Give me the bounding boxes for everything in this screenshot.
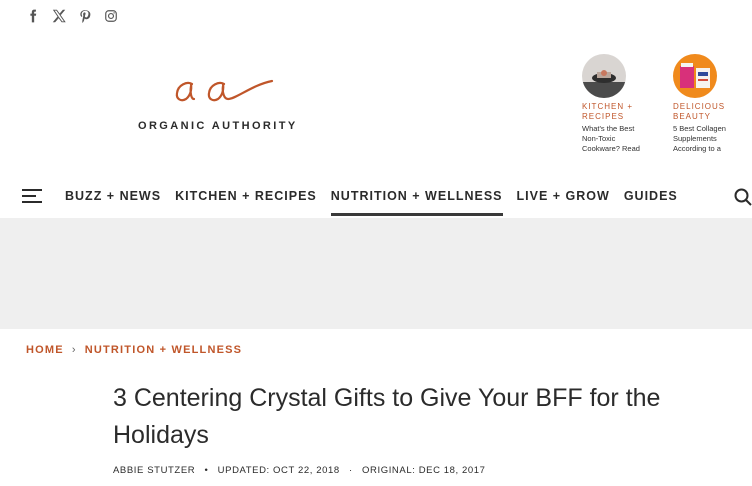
menu-icon[interactable] — [22, 187, 44, 205]
original-date: ORIGINAL: DEC 18, 2017 — [362, 465, 486, 476]
ad-placeholder — [0, 218, 752, 329]
byline-separator: • — [204, 465, 209, 476]
site-logo[interactable]: ORGANIC AUTHORITY — [138, 74, 318, 134]
article-byline: ABBIE STUTZER • UPDATED: OCT 22, 2018 · … — [113, 465, 486, 476]
promo-title: What's the Best Non-Toxic Cookware? Read — [582, 124, 640, 153]
byline-separator: · — [349, 465, 353, 476]
promo-category: DELICIOUS BEAUTY — [673, 102, 726, 121]
search-icon[interactable] — [734, 188, 752, 206]
nav-item-kitchen-recipes[interactable]: KITCHEN + RECIPES — [175, 176, 317, 216]
promo-card-collagen[interactable]: DELICIOUS BEAUTY 5 Best Collagen Supplem… — [673, 54, 741, 154]
x-icon[interactable] — [52, 8, 66, 24]
promo-card-cookware[interactable]: KITCHEN + RECIPES What's the Best Non-To… — [582, 54, 650, 154]
breadcrumb: HOME › NUTRITION + WELLNESS — [26, 344, 242, 356]
promo-title: 5 Best Collagen Supplements According to… — [673, 124, 726, 153]
article-title: 3 Centering Crystal Gifts to Give Your B… — [113, 384, 661, 449]
author-name[interactable]: ABBIE STUTZER — [113, 465, 195, 476]
nav-items: BUZZ + NEWS KITCHEN + RECIPES NUTRITION … — [65, 176, 692, 216]
instagram-icon[interactable] — [104, 8, 118, 24]
facebook-icon[interactable] — [26, 8, 40, 24]
main-nav: BUZZ + NEWS KITCHEN + RECIPES NUTRITION … — [0, 176, 752, 216]
oa-logo-mark — [175, 79, 274, 102]
updated-date: UPDATED: OCT 22, 2018 — [217, 465, 340, 476]
nav-item-live-grow[interactable]: LIVE + GROW — [517, 176, 610, 216]
chevron-right-icon: › — [71, 344, 77, 356]
logo-text: ORGANIC AUTHORITY — [138, 120, 298, 132]
breadcrumb-home[interactable]: HOME — [26, 344, 64, 356]
breadcrumb-current[interactable]: NUTRITION + WELLNESS — [85, 344, 243, 356]
pinterest-icon[interactable] — [78, 8, 92, 24]
promo-category: KITCHEN + RECIPES — [582, 102, 634, 121]
nav-item-guides[interactable]: GUIDES — [624, 176, 678, 216]
promo-thumbnail — [673, 54, 717, 98]
nav-item-nutrition-wellness[interactable]: NUTRITION + WELLNESS — [330, 176, 503, 216]
social-links — [26, 8, 118, 24]
nav-item-buzz-news[interactable]: BUZZ + NEWS — [65, 176, 161, 216]
promo-thumbnail — [582, 54, 626, 98]
